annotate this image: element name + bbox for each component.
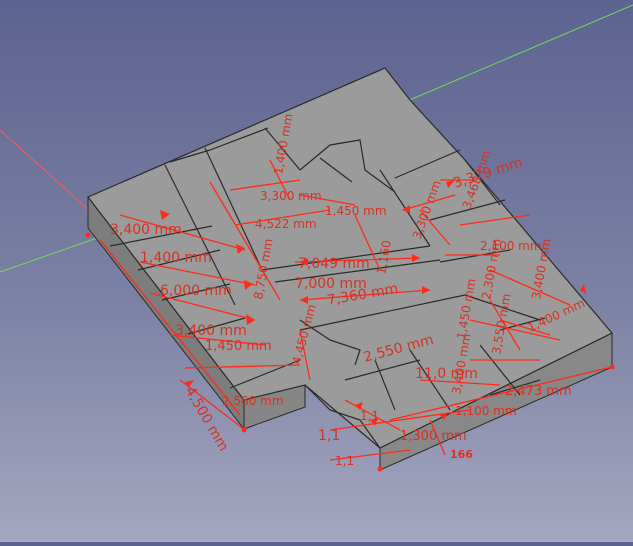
dim-label-d3: 3,300 mm [260, 189, 322, 203]
dim-label-d32: 1,300 mm [400, 429, 467, 444]
dim-label-d6: 1,450 mm [325, 204, 387, 218]
dim-label-d11: 7,049 mm [298, 256, 370, 272]
dim-label-d34: 1,1 [335, 454, 354, 468]
dim-label-d8: 3,400 mm [110, 222, 182, 238]
dim-label-d10: 6,000 mm [160, 283, 232, 299]
dim-label-d26: 2,560 mm [222, 394, 284, 408]
dim-label-d28: 11,0 mm [415, 366, 478, 382]
dim-label-d5: 4,522 mm [255, 217, 317, 231]
dim-label-d30: 1,100 mm [455, 404, 517, 418]
dim-label-d36: 166 [450, 448, 473, 461]
y-axis-line-right [404, 4, 633, 103]
dim-label-d35: 1,1 [360, 409, 379, 423]
dim-label-d31: 2,473 mm [505, 384, 572, 399]
dim-label-d16: 1,450 mm [205, 339, 272, 354]
dim-label-d33: 1,1 [318, 428, 340, 444]
3d-viewport[interactable]: 3,379 mm 3,300 mm 3,300 mm 1,400 mm 4,52… [0, 0, 633, 542]
dim-label-d9: 1,400 mm [140, 250, 212, 266]
scene-canvas[interactable]: 3,379 mm 3,300 mm 3,300 mm 1,400 mm 4,52… [0, 0, 633, 542]
dim-label-d14: 3,400 mm [175, 323, 247, 339]
